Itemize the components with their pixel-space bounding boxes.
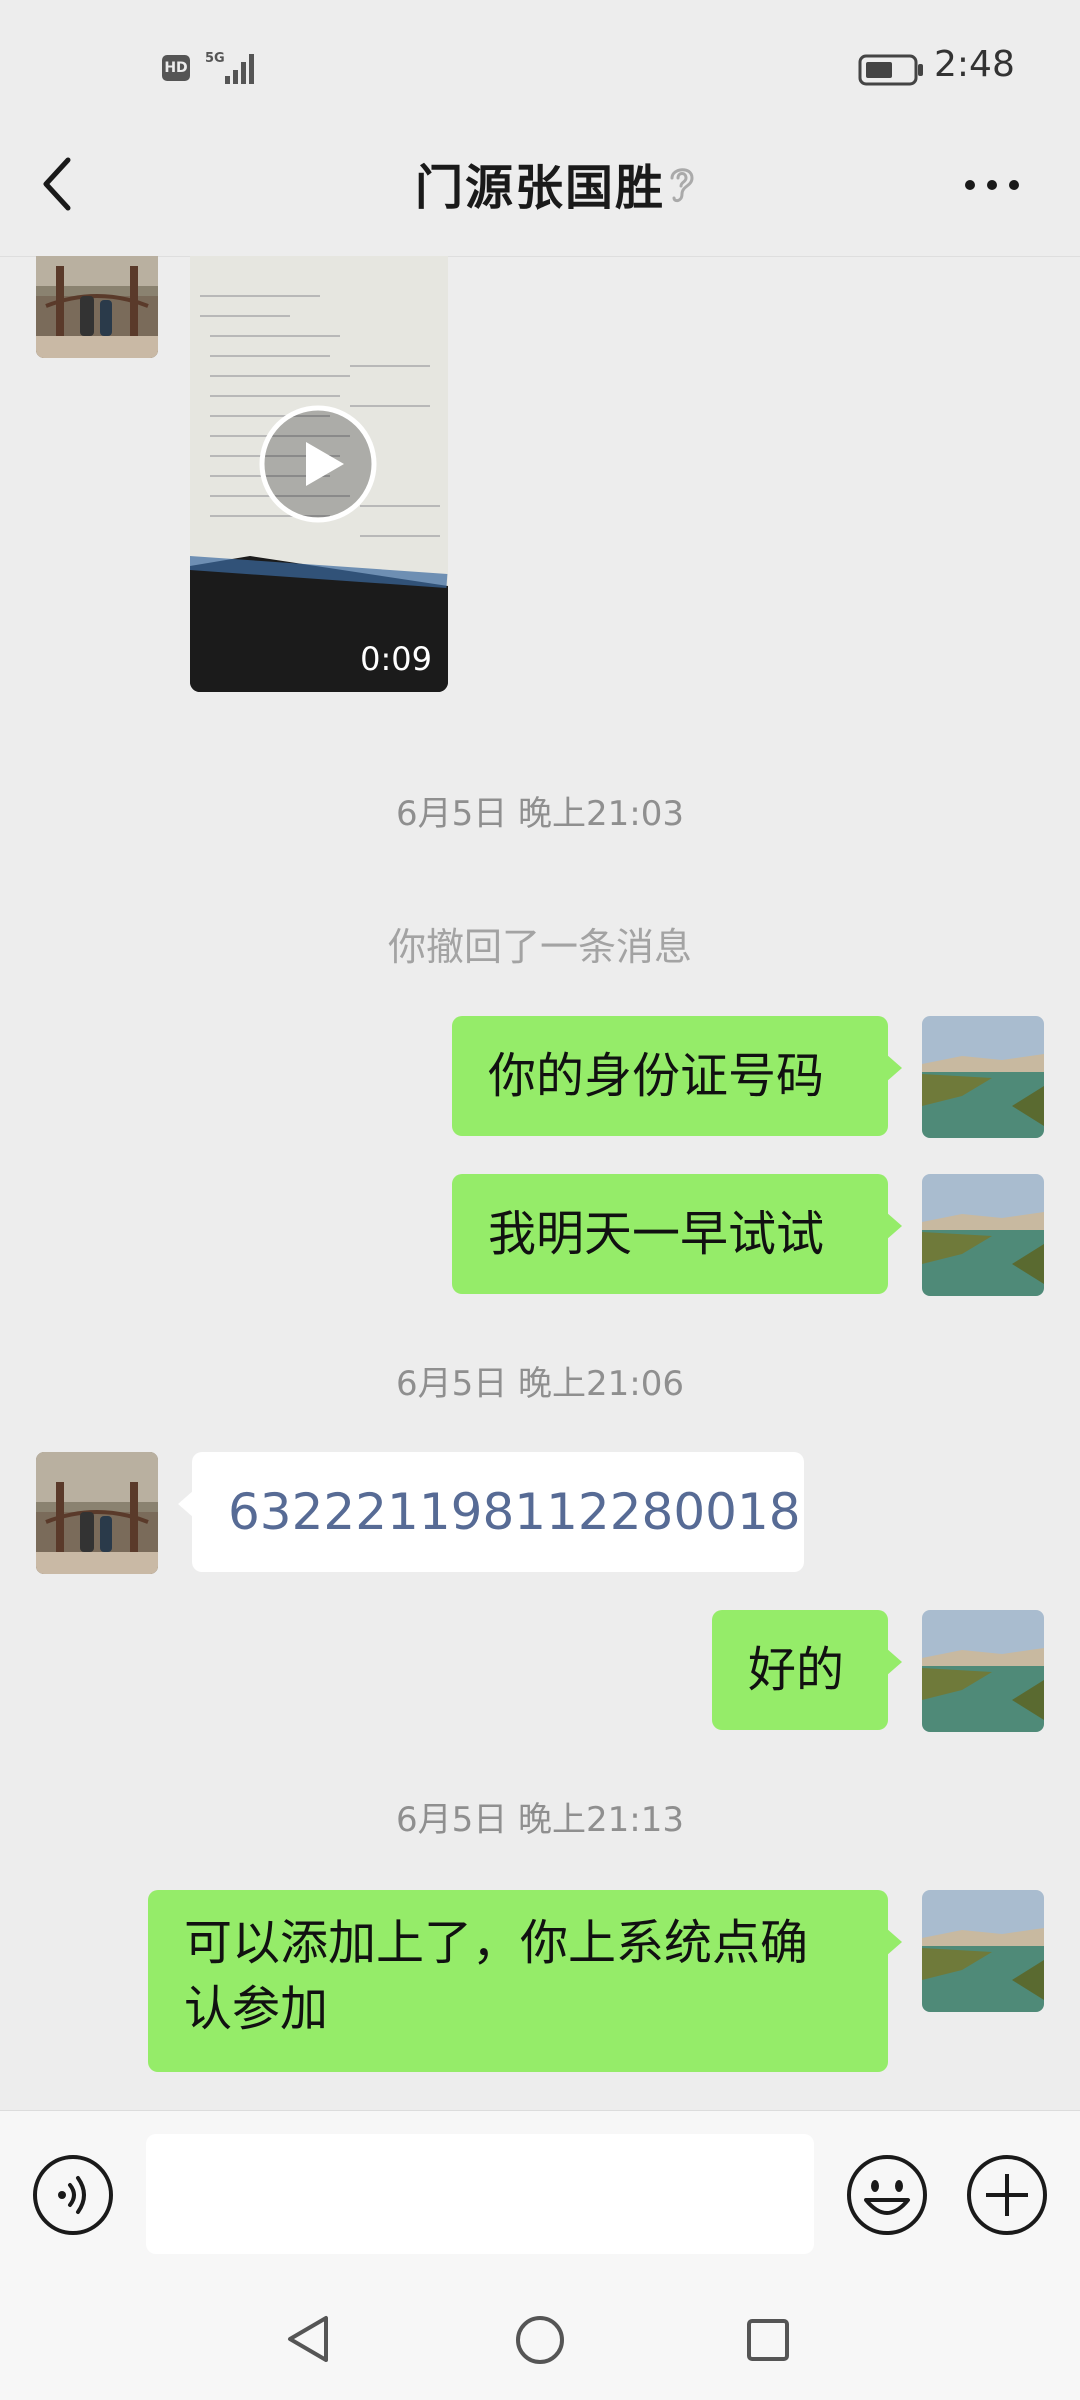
system-message: 你撤回了一条消息 [387,925,692,969]
play-icon[interactable] [258,404,378,524]
message-text: 好的 [748,1642,845,1698]
sent-message[interactable]: 好的 [712,1610,902,1730]
message-text: 你的身份证号码 [488,1048,825,1104]
nav-home-icon[interactable] [514,2314,566,2366]
my-avatar[interactable] [922,1890,1044,2012]
sent-message[interactable]: 我明天一早试试 [452,1174,902,1294]
message-input[interactable] [146,2134,814,2254]
voice-icon[interactable] [32,2154,114,2236]
contact-avatar[interactable] [36,1452,158,1574]
nav-back-icon[interactable] [284,2314,334,2364]
contact-avatar[interactable] [36,256,158,358]
more-dots-icon[interactable] [962,170,1022,200]
page-title: 门源张国胜 [414,160,665,216]
message-text-line: 可以添加上了，你上系统点确 [184,1915,809,1971]
id-number-text[interactable]: 632221198112280018 [228,1483,801,1541]
plus-icon[interactable] [966,2154,1048,2236]
message-text-line: 认参加 [184,1981,329,2037]
sent-message[interactable]: 可以添加上了，你上系统点确 认参加 [148,1890,902,2072]
message-text: 我明天一早试试 [488,1206,825,1262]
title-row: 门源张国胜 [0,148,1080,218]
video-duration: 0:09 [360,640,432,678]
video-message[interactable]: 0:09 [190,256,448,692]
timestamp: 6月5日 晚上21:06 [395,1364,685,1404]
clock: 2:48 [934,44,1015,85]
emoji-icon[interactable] [846,2154,928,2236]
hd-badge: HD [162,55,190,81]
timestamp: 6月5日 晚上21:03 [395,794,685,834]
timestamp: 6月5日 晚上21:13 [395,1800,685,1840]
network-label: 5G [205,51,225,66]
received-message[interactable]: 632221198112280018 [178,1452,804,1572]
my-avatar[interactable] [922,1610,1044,1732]
sent-message[interactable]: 你的身份证号码 [452,1016,902,1136]
my-avatar[interactable] [922,1174,1044,1296]
nav-recent-icon[interactable] [746,2318,790,2362]
signal-icon: 5G [205,51,254,84]
ear-icon [670,168,694,203]
battery-icon [858,54,923,86]
my-avatar[interactable] [922,1016,1044,1138]
